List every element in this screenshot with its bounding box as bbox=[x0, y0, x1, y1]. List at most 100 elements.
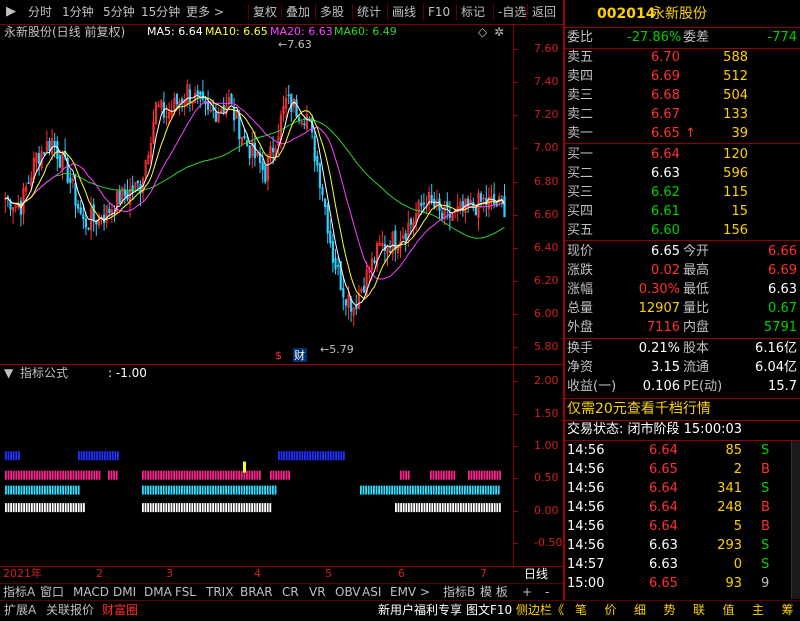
indicator-tab-15[interactable]: 模 板 bbox=[480, 584, 508, 600]
period-label[interactable]: 日线 bbox=[524, 567, 548, 581]
menu-icon[interactable]: ▶ bbox=[6, 3, 16, 21]
stat-label: 现价 bbox=[567, 244, 594, 259]
period-tab-2[interactable]: 5分钟 bbox=[103, 3, 135, 21]
fund-value: 3.15 bbox=[651, 360, 680, 375]
signal-bar bbox=[492, 485, 495, 495]
indicator-tick: 0.50 bbox=[534, 471, 559, 485]
buy-level-price[interactable]: 6.64 bbox=[651, 146, 680, 164]
toolbar-btn-1[interactable]: 叠加 bbox=[286, 3, 310, 21]
indicator-tab-17[interactable]: - bbox=[545, 584, 549, 600]
indicator-tab-9[interactable]: VR bbox=[309, 584, 326, 600]
candlestick-chart[interactable]: ←7.63 ←5.79 $ 财 bbox=[0, 24, 513, 364]
candle-body bbox=[248, 145, 251, 159]
signal-bar bbox=[397, 503, 400, 513]
quote-tab-3[interactable]: 势 bbox=[660, 601, 680, 620]
signal-bar bbox=[18, 485, 20, 495]
indicator-tab-10[interactable]: OBV bbox=[335, 584, 361, 600]
indicator-tab-11[interactable]: ASI bbox=[362, 584, 381, 600]
promo-banner[interactable]: 仅需20元查看千档行情 bbox=[567, 400, 711, 418]
buy-level-price[interactable]: 6.63 bbox=[651, 165, 680, 183]
period-tab-3[interactable]: 15分钟 bbox=[141, 3, 180, 21]
quote-tab-2[interactable]: 细 bbox=[630, 601, 650, 620]
indicator-chart[interactable] bbox=[0, 365, 513, 566]
sell-level-price[interactable]: 6.67 bbox=[651, 106, 680, 124]
signal-bar bbox=[465, 503, 467, 513]
toolbar-btn-4[interactable]: 画线 bbox=[392, 3, 416, 21]
quote-tab-0[interactable]: 笔 bbox=[571, 601, 591, 620]
sell-level-price[interactable]: 6.65 bbox=[651, 125, 680, 143]
signal-bar bbox=[225, 503, 227, 513]
buy-level-price[interactable]: 6.61 bbox=[651, 203, 680, 221]
dividend-marker[interactable]: $ bbox=[275, 349, 282, 362]
promo-tab-1[interactable]: 图文F10 bbox=[466, 601, 512, 620]
signal-bar bbox=[309, 451, 311, 461]
toolbar-btn-8[interactable]: 返回 bbox=[532, 3, 556, 21]
fund-label: 股本 bbox=[683, 341, 710, 356]
signal-bar bbox=[340, 451, 343, 461]
toolbar-btn-5[interactable]: F10 bbox=[428, 3, 450, 21]
indicator-tab-0[interactable]: 指标A bbox=[3, 584, 35, 600]
signal-bar bbox=[28, 503, 31, 513]
candle-body bbox=[79, 207, 82, 214]
indicator-tab-4[interactable]: DMA bbox=[144, 584, 172, 600]
period-tab-1[interactable]: 1分钟 bbox=[62, 3, 94, 21]
trades-scrollbar[interactable] bbox=[791, 441, 800, 599]
indicator-tab-7[interactable]: BRAR bbox=[240, 584, 273, 600]
signal-bar bbox=[142, 470, 144, 480]
indicator-tab-14[interactable]: 指标B bbox=[443, 584, 475, 600]
signal-bar bbox=[147, 485, 149, 495]
indicator-tab-5[interactable]: FSL bbox=[175, 584, 196, 600]
finance-marker[interactable]: 财 bbox=[294, 348, 305, 362]
signal-bar bbox=[10, 485, 12, 495]
candles bbox=[4, 79, 506, 327]
signal-bar bbox=[454, 503, 457, 513]
bottom-tab-0[interactable]: 扩展A bbox=[4, 601, 36, 620]
signal-bar bbox=[201, 470, 204, 480]
promo-tab-0[interactable]: 新用户福利专享 bbox=[378, 601, 462, 620]
sell-level-volume: 133 bbox=[723, 107, 748, 122]
signal-bar bbox=[259, 485, 261, 495]
indicator-tab-16[interactable]: + bbox=[522, 584, 532, 600]
buy-level-price[interactable]: 6.60 bbox=[651, 222, 680, 240]
toolbar-btn-2[interactable]: 多股 bbox=[320, 3, 344, 21]
indicator-tab-1[interactable]: 窗口 bbox=[40, 584, 64, 600]
quote-tab-6[interactable]: 主 bbox=[748, 601, 768, 620]
signal-bar bbox=[225, 485, 227, 495]
toolbar-btn-3[interactable]: 统计 bbox=[357, 3, 381, 21]
toolbar-btn-0[interactable]: 复权 bbox=[253, 3, 277, 21]
signal-bar bbox=[483, 470, 486, 480]
signal-bar bbox=[383, 485, 386, 495]
sell-level-price[interactable]: 6.68 bbox=[651, 87, 680, 105]
indicator-tab-2[interactable]: MACD bbox=[73, 584, 109, 600]
indicator-tab-6[interactable]: TRIX bbox=[206, 584, 233, 600]
quote-tab-5[interactable]: 值 bbox=[719, 601, 739, 620]
indicator-tab-13[interactable]: > bbox=[420, 584, 430, 600]
quote-tab-1[interactable]: 价 bbox=[601, 601, 621, 620]
signal-bar bbox=[5, 451, 7, 461]
indicator-tab-8[interactable]: CR bbox=[282, 584, 299, 600]
signal-bar bbox=[80, 503, 83, 513]
signal-bar bbox=[147, 503, 149, 513]
signal-bar bbox=[471, 485, 474, 495]
bottom-tab-1[interactable]: 关联报价 bbox=[46, 601, 94, 620]
period-tab-0[interactable]: 分时 bbox=[28, 3, 52, 21]
trade-price: 6.63 bbox=[649, 538, 678, 553]
indicator-tab-3[interactable]: DMI bbox=[113, 584, 136, 600]
stat-label: 最高 bbox=[683, 263, 710, 278]
quote-tab-7[interactable]: 筹 bbox=[778, 601, 798, 620]
signal-bar bbox=[178, 470, 181, 480]
bottom-tab-2[interactable]: 财富圈 bbox=[102, 601, 138, 620]
sell-level-price[interactable]: 6.69 bbox=[651, 68, 680, 86]
stock-name: 永新股份 bbox=[651, 6, 707, 22]
signal-bar bbox=[466, 485, 469, 495]
quote-tab-4[interactable]: 联 bbox=[689, 601, 709, 620]
signal-bar bbox=[431, 503, 434, 513]
toolbar-btn-6[interactable]: 标记 bbox=[461, 3, 485, 21]
period-tab-4[interactable]: 更多 > bbox=[186, 3, 224, 21]
promo-tab-2[interactable]: 侧边栏《 bbox=[516, 601, 564, 620]
indicator-tab-12[interactable]: EMV bbox=[390, 584, 416, 600]
sell-level-price[interactable]: 6.70 bbox=[651, 49, 680, 67]
toolbar-btn-7[interactable]: -自选 bbox=[498, 3, 526, 21]
trade-side: S bbox=[761, 538, 770, 553]
buy-level-price[interactable]: 6.62 bbox=[651, 184, 680, 202]
